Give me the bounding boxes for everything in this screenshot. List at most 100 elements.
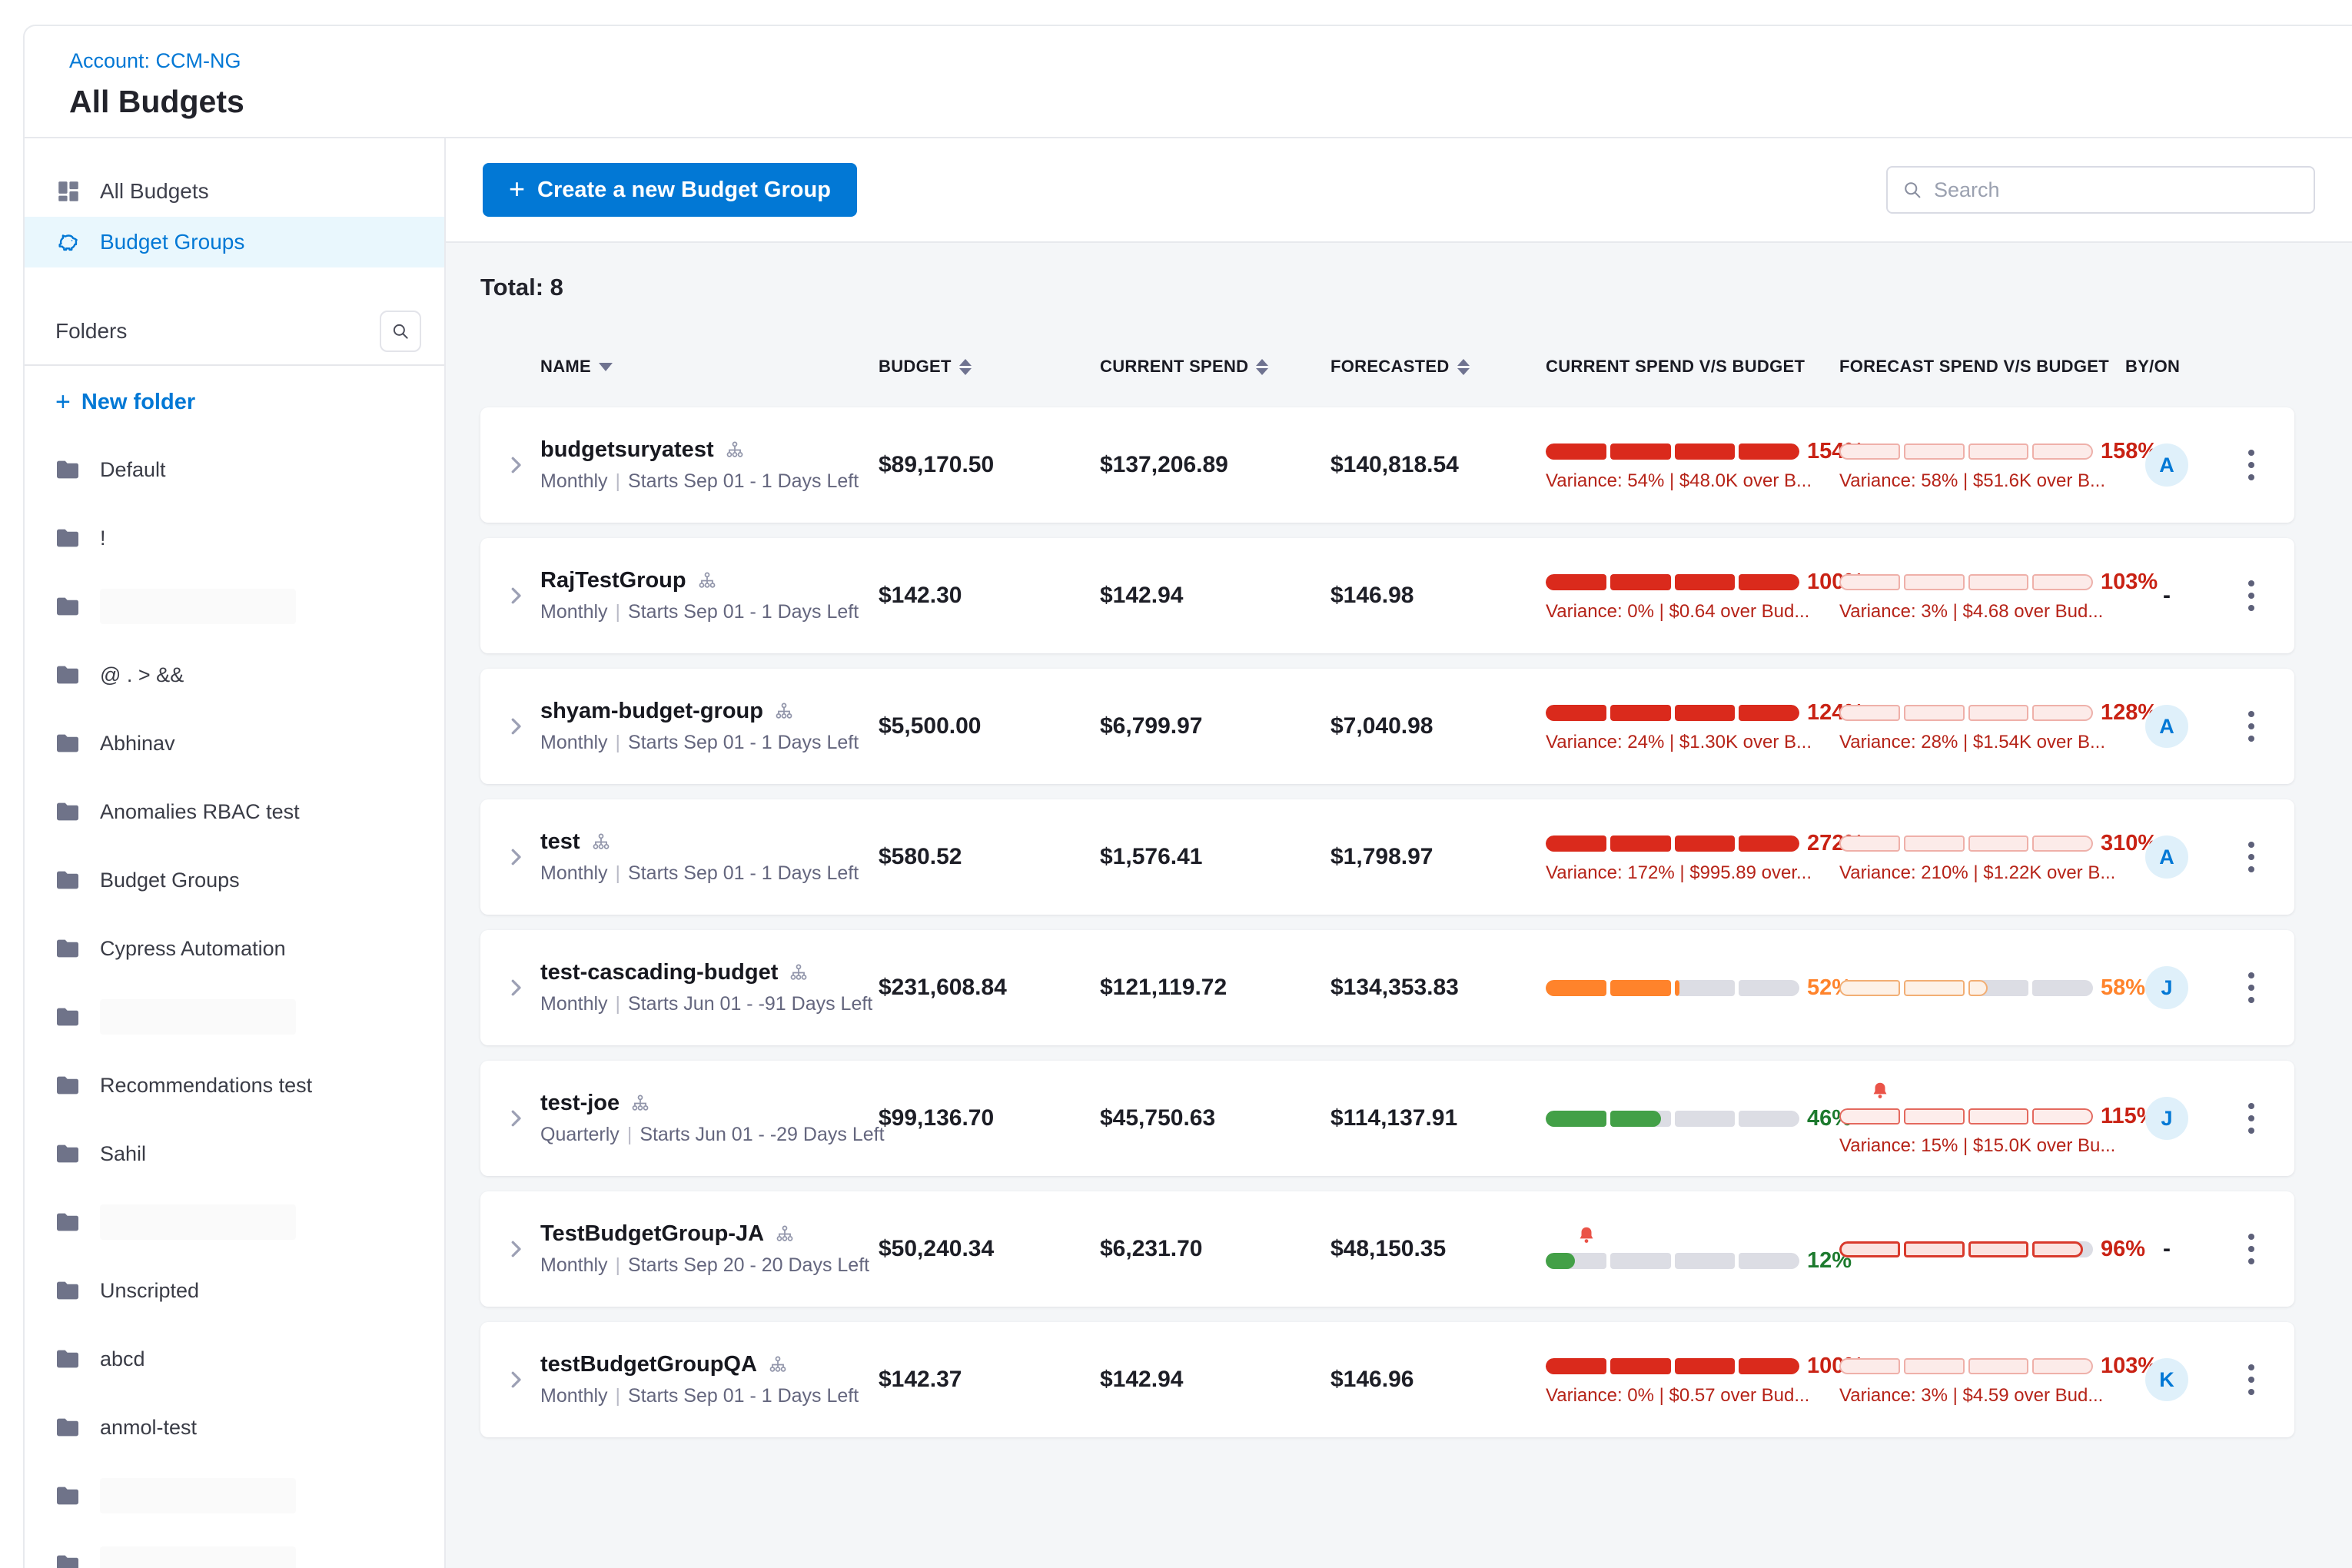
- budget-group-row[interactable]: TestBudgetGroup-JA Monthly|Starts Sep 20…: [480, 1191, 2294, 1307]
- create-budget-group-button[interactable]: + Create a new Budget Group: [483, 163, 857, 217]
- forecast-vs-budget-cell: 115% Variance: 15% | $15.0K over Bu...: [1839, 1081, 2125, 1157]
- forecast-variance-text: Variance: 15% | $15.0K over Bu...: [1839, 1135, 2115, 1157]
- folder-item[interactable]: Abhinav: [25, 721, 444, 766]
- column-header-current-spend[interactable]: CURRENT SPEND: [1100, 357, 1330, 377]
- chevron-right-icon[interactable]: [504, 453, 527, 477]
- row-options-menu-button[interactable]: [2241, 703, 2262, 749]
- sort-icon: [959, 359, 972, 375]
- row-options-menu-button[interactable]: [2241, 1357, 2262, 1403]
- current-vs-budget-cell: 124% Variance: 24% | $1.30K over B...: [1546, 700, 1839, 753]
- chevron-right-icon[interactable]: [504, 1107, 527, 1130]
- forecast-variance-text: Variance: 3% | $4.68 over Bud...: [1839, 601, 2103, 623]
- current-variance-text: Variance: 24% | $1.30K over B...: [1546, 732, 1812, 753]
- folder-item[interactable]: Anomalies RBAC test: [25, 789, 444, 834]
- budget-name-cell: test Monthly|Starts Sep 01 - 1 Days Left: [540, 829, 879, 885]
- folder-icon: [55, 527, 80, 549]
- folder-icon: [55, 1280, 80, 1301]
- budget-name-cell: test-cascading-budget Monthly|Starts Jun…: [540, 960, 879, 1015]
- avatar: A: [2145, 835, 2188, 879]
- budget-group-name: testBudgetGroupQA: [540, 1352, 757, 1377]
- sidebar-item-all-budgets[interactable]: All Budgets: [25, 166, 444, 217]
- budget-period-info: Monthly|Starts Jun 01 - -91 Days Left: [540, 993, 879, 1015]
- forecasted-value: $48,150.35: [1330, 1236, 1546, 1262]
- budget-name-cell: RajTestGroup Monthly|Starts Sep 01 - 1 D…: [540, 568, 879, 623]
- search-box: [1886, 166, 2315, 214]
- budget-value: $231,608.84: [879, 975, 1100, 1001]
- forecasted-value: $114,137.91: [1330, 1105, 1546, 1131]
- budget-group-hierarchy-icon: [768, 1355, 788, 1375]
- folder-item-label: Abhinav: [100, 732, 175, 756]
- row-options-menu-button[interactable]: [2241, 442, 2262, 488]
- folder-item[interactable]: !: [25, 516, 444, 560]
- chevron-right-icon[interactable]: [504, 845, 527, 869]
- folder-item-label: anmol-test: [100, 1416, 197, 1440]
- chevron-right-icon[interactable]: [504, 1237, 527, 1261]
- folder-item[interactable]: Recommendations test: [25, 1063, 444, 1108]
- current-spend-progress-bar: [1546, 1253, 1799, 1269]
- folder-item[interactable]: Sahil: [25, 1131, 444, 1176]
- folder-item[interactable]: Unscripted: [25, 1268, 444, 1313]
- column-header-budget[interactable]: BUDGET: [879, 357, 1100, 377]
- forecast-variance-text: Variance: 3% | $4.59 over Bud...: [1839, 1385, 2103, 1407]
- forecasted-value: $1,798.97: [1330, 844, 1546, 870]
- row-options-menu-button[interactable]: [2241, 965, 2262, 1011]
- budget-group-hierarchy-icon: [789, 963, 809, 983]
- folder-icon: [55, 1417, 80, 1438]
- folder-item[interactable]: @ . > &&: [25, 653, 444, 697]
- new-folder-button[interactable]: + New folder: [55, 389, 444, 415]
- forecast-vs-budget-cell: 158% Variance: 58% | $51.6K over B...: [1839, 439, 2125, 492]
- budget-group-hierarchy-icon: [630, 1094, 650, 1114]
- new-folder-label: New folder: [81, 390, 195, 415]
- folder-item[interactable]: Budget Groups: [25, 858, 444, 902]
- row-options-menu-button[interactable]: [2241, 1226, 2262, 1272]
- current-spend-progress-bar: [1546, 980, 1799, 996]
- sidebar-item-budget-groups[interactable]: Budget Groups: [25, 217, 444, 267]
- breadcrumb-account-link[interactable]: Account: CCM-NG: [69, 49, 2352, 73]
- folder-search-button[interactable]: [380, 311, 421, 352]
- main-panel: + Create a new Budget Group Total: 8 NAM…: [446, 138, 2352, 1568]
- chevron-right-icon[interactable]: [504, 715, 527, 738]
- column-header-forecasted[interactable]: FORECASTED: [1330, 357, 1546, 377]
- folder-item[interactable]: [25, 995, 444, 1039]
- budget-group-row[interactable]: budgetsuryatest Monthly|Starts Sep 01 - …: [480, 407, 2294, 523]
- budget-group-row[interactable]: test-joe Quarterly|Starts Jun 01 - -29 D…: [480, 1061, 2294, 1176]
- folder-item[interactable]: [25, 1473, 444, 1518]
- budget-group-row[interactable]: shyam-budget-group Monthly|Starts Sep 01…: [480, 669, 2294, 784]
- folder-list: Default ! @ . > && Abhinav Anomalies RBA…: [25, 447, 444, 1568]
- folder-item-label: Recommendations test: [100, 1074, 312, 1098]
- row-options-menu-button[interactable]: [2241, 834, 2262, 880]
- folder-item[interactable]: abcd: [25, 1337, 444, 1381]
- current-spend-progress-bar: [1546, 443, 1799, 460]
- chevron-right-icon[interactable]: [504, 584, 527, 607]
- search-icon: [390, 321, 410, 341]
- chevron-right-icon[interactable]: [504, 976, 527, 999]
- budget-group-row[interactable]: test Monthly|Starts Sep 01 - 1 Days Left…: [480, 799, 2294, 915]
- folder-item[interactable]: anmol-test: [25, 1405, 444, 1450]
- folder-item[interactable]: Cypress Automation: [25, 926, 444, 971]
- budget-rows: budgetsuryatest Monthly|Starts Sep 01 - …: [480, 407, 2294, 1437]
- folder-item-label: @ . > &&: [100, 663, 184, 687]
- budget-group-row[interactable]: testBudgetGroupQA Monthly|Starts Sep 01 …: [480, 1322, 2294, 1437]
- folder-item[interactable]: [25, 584, 444, 629]
- column-header-name[interactable]: NAME: [540, 357, 879, 377]
- row-options-menu-button[interactable]: [2241, 573, 2262, 619]
- current-spend-value: $45,750.63: [1100, 1105, 1330, 1131]
- sidebar-item-label: Budget Groups: [100, 230, 244, 254]
- folder-icon: [55, 1075, 80, 1096]
- current-spend-progress-bar: [1546, 1111, 1799, 1127]
- search-icon: [1902, 179, 1923, 201]
- budget-group-row[interactable]: test-cascading-budget Monthly|Starts Jun…: [480, 930, 2294, 1045]
- folder-item[interactable]: Default: [25, 447, 444, 492]
- avatar: K: [2145, 1358, 2188, 1401]
- row-options-menu-button[interactable]: [2241, 1095, 2262, 1141]
- app-frame: Account: CCM-NG All Budgets All Budgets …: [23, 25, 2352, 1568]
- budget-group-name: test-cascading-budget: [540, 960, 778, 985]
- budget-group-row[interactable]: RajTestGroup Monthly|Starts Sep 01 - 1 D…: [480, 538, 2294, 653]
- chevron-right-icon[interactable]: [504, 1368, 527, 1391]
- folder-item[interactable]: [25, 1200, 444, 1244]
- search-input[interactable]: [1934, 178, 2314, 202]
- folder-item[interactable]: [25, 1542, 444, 1568]
- budget-group-hierarchy-icon: [774, 702, 794, 722]
- plus-icon: +: [509, 175, 525, 203]
- folder-icon: [55, 938, 80, 959]
